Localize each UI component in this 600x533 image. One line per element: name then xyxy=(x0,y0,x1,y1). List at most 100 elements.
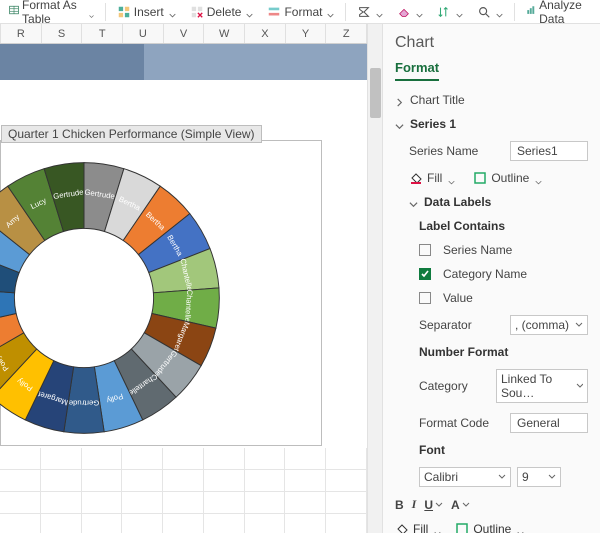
format-code-input[interactable] xyxy=(510,413,588,433)
delete-button[interactable]: Delete xyxy=(185,3,259,21)
outline-icon xyxy=(473,171,487,185)
cell[interactable] xyxy=(122,448,163,470)
column-header[interactable]: X xyxy=(245,24,286,43)
series-name-label: Series Name xyxy=(409,144,504,158)
font-color-button[interactable]: A xyxy=(451,497,470,512)
cell[interactable] xyxy=(326,448,367,470)
cell[interactable] xyxy=(245,514,286,533)
cb-series-name[interactable]: Series Name xyxy=(419,243,588,257)
cell[interactable] xyxy=(285,492,326,514)
panel-title: Chart xyxy=(395,34,588,52)
format-button[interactable]: Format xyxy=(262,3,339,21)
cell[interactable] xyxy=(326,514,367,533)
cell[interactable] xyxy=(245,470,286,492)
data-labels-section[interactable]: Data Labels xyxy=(409,195,588,209)
cell[interactable] xyxy=(326,492,367,514)
font-family-select[interactable]: Calibri xyxy=(419,467,511,487)
cell[interactable] xyxy=(41,514,82,533)
separator-label: Separator xyxy=(419,318,504,332)
cell-grid[interactable] xyxy=(0,448,367,533)
cell[interactable] xyxy=(163,448,204,470)
chevron-right-icon xyxy=(395,96,404,105)
cell[interactable] xyxy=(326,470,367,492)
column-header[interactable]: W xyxy=(204,24,245,43)
cb-value[interactable]: Value xyxy=(419,291,588,305)
cell[interactable] xyxy=(245,492,286,514)
format-tab[interactable]: Format xyxy=(395,60,439,81)
cell[interactable] xyxy=(41,448,82,470)
cell[interactable] xyxy=(122,470,163,492)
column-header[interactable]: S xyxy=(42,24,83,43)
cell[interactable] xyxy=(245,448,286,470)
separator-select[interactable]: , (comma) xyxy=(510,315,588,335)
vertical-scrollbar[interactable] xyxy=(367,24,382,533)
chart-title[interactable]: Quarter 1 Chicken Performance (Simple Vi… xyxy=(1,125,262,143)
cell[interactable] xyxy=(0,470,41,492)
column-header[interactable]: T xyxy=(82,24,123,43)
cell[interactable] xyxy=(0,448,41,470)
fill-button[interactable]: Fill xyxy=(409,171,455,185)
cell[interactable] xyxy=(204,448,245,470)
series-name-input[interactable] xyxy=(510,141,588,161)
underline-button[interactable]: U xyxy=(424,497,443,512)
checkbox-checked[interactable] xyxy=(419,268,431,280)
cell[interactable] xyxy=(285,514,326,533)
clear-button[interactable] xyxy=(392,3,428,21)
column-header[interactable]: R xyxy=(1,24,42,43)
eraser-icon xyxy=(397,5,411,19)
format-label: Format xyxy=(284,5,322,19)
cell[interactable] xyxy=(163,470,204,492)
column-header[interactable]: U xyxy=(123,24,164,43)
insert-button[interactable]: Insert xyxy=(112,3,181,21)
cell[interactable] xyxy=(82,470,123,492)
format-table-label: Format As Table xyxy=(22,0,84,26)
bold-button[interactable]: B xyxy=(395,497,404,512)
find-button[interactable] xyxy=(472,3,508,21)
sigma-icon xyxy=(357,5,371,19)
outline-button[interactable]: Outline xyxy=(473,171,542,185)
cell[interactable] xyxy=(204,514,245,533)
cell[interactable] xyxy=(0,492,41,514)
cell[interactable] xyxy=(163,514,204,533)
cell[interactable] xyxy=(82,514,123,533)
cell[interactable] xyxy=(163,492,204,514)
chart-title-section[interactable]: Chart Title xyxy=(395,93,588,107)
label-fill-button[interactable]: Fill xyxy=(395,522,441,533)
autosum-button[interactable] xyxy=(352,3,388,21)
checkbox-unchecked[interactable] xyxy=(419,244,431,256)
cell[interactable] xyxy=(41,470,82,492)
series1-section[interactable]: Series 1 xyxy=(395,117,588,131)
outline-icon xyxy=(455,522,469,533)
cell[interactable] xyxy=(285,470,326,492)
font-size-select[interactable]: 9 xyxy=(517,467,561,487)
checkbox-unchecked[interactable] xyxy=(419,292,431,304)
cell[interactable] xyxy=(122,514,163,533)
cell[interactable] xyxy=(204,492,245,514)
sort-button[interactable] xyxy=(432,3,468,21)
label-contains-header: Label Contains xyxy=(419,219,588,233)
paint-bucket-icon xyxy=(409,171,423,185)
category-row: Category Linked To Sou… xyxy=(419,369,588,403)
italic-button[interactable]: I xyxy=(412,497,417,512)
cell[interactable] xyxy=(82,492,123,514)
cell[interactable] xyxy=(122,492,163,514)
cell[interactable] xyxy=(204,470,245,492)
cell[interactable] xyxy=(41,492,82,514)
label-outline-button[interactable]: Outline xyxy=(455,522,524,533)
cell[interactable] xyxy=(285,448,326,470)
cell[interactable] xyxy=(0,514,41,533)
scroll-thumb[interactable] xyxy=(370,68,381,118)
cell[interactable] xyxy=(82,448,123,470)
delete-cells-icon xyxy=(190,5,204,19)
column-header[interactable]: Z xyxy=(326,24,367,43)
analyze-icon xyxy=(526,5,536,19)
column-header[interactable]: V xyxy=(164,24,205,43)
font-header: Font xyxy=(419,443,588,457)
chart-object[interactable]: Quarter 1 Chicken Performance (Simple Vi… xyxy=(0,140,322,446)
cb-category-name[interactable]: Category Name xyxy=(419,267,588,281)
donut-chart[interactable]: GertrudeBerthaBerthaBerthaChantelleChant… xyxy=(0,153,229,443)
worksheet[interactable]: RSTUVWXYZ Quarter 1 Chicken Performance … xyxy=(0,24,367,533)
chevron-down-icon xyxy=(89,8,94,15)
category-select[interactable]: Linked To Sou… xyxy=(496,369,588,403)
column-header[interactable]: Y xyxy=(286,24,327,43)
